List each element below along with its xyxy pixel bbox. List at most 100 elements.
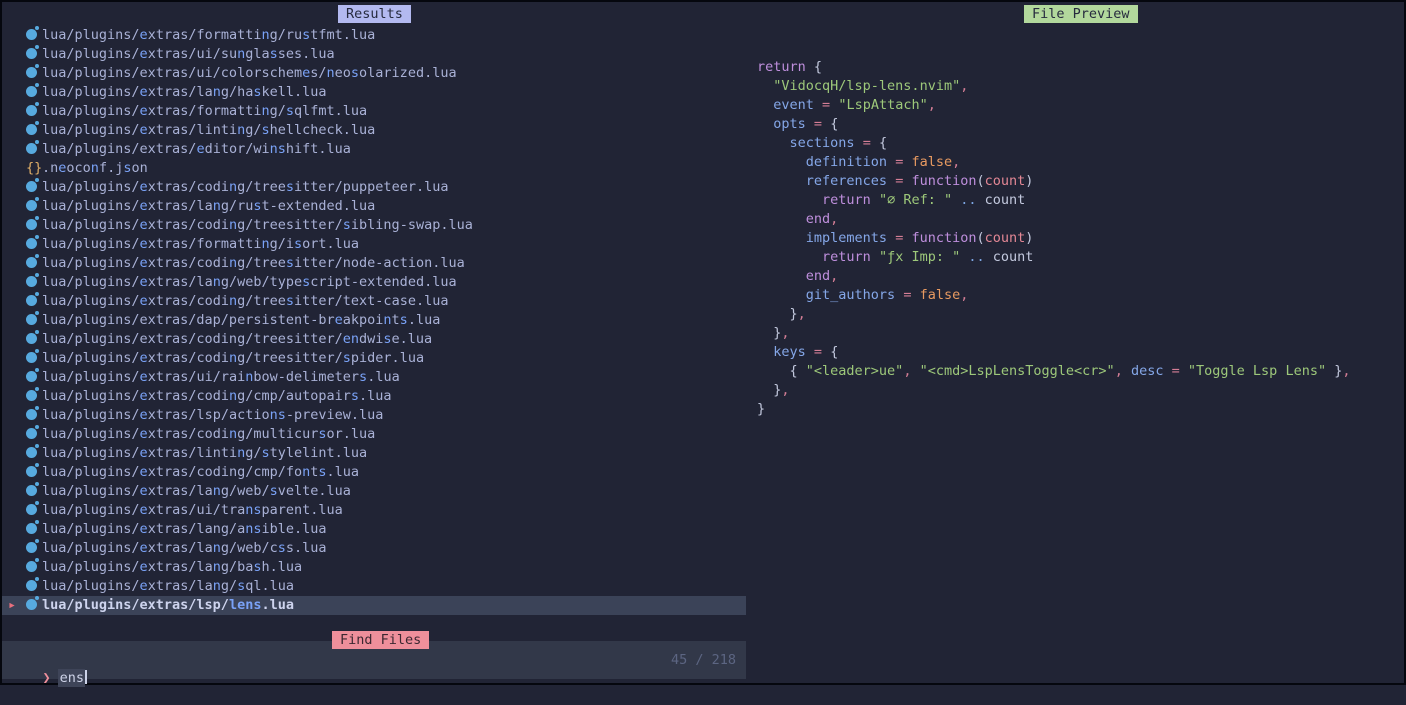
code-line: "VidocqH/lsp-lens.nvim", (757, 77, 1350, 96)
results-panel-title: Results (338, 5, 411, 23)
result-row[interactable]: lua/plugins/extras/coding/treesitter/spi… (2, 349, 746, 368)
result-row[interactable]: lua/plugins/extras/lang/ansible.lua (2, 520, 746, 539)
result-row[interactable]: lua/plugins/extras/formatting/rustfmt.lu… (2, 26, 746, 45)
result-row[interactable]: lua/plugins/extras/lang/haskell.lua (2, 83, 746, 102)
file-path: lua/plugins/extras/coding/multicursor.lu… (42, 426, 375, 442)
result-row[interactable]: lua/plugins/extras/ui/transparent.lua (2, 501, 746, 520)
file-path: lua/plugins/extras/formatting/isort.lua (42, 236, 359, 252)
lua-file-icon (26, 371, 37, 382)
code-line: }, (757, 324, 1350, 343)
preview-code: return { "VidocqH/lsp-lens.nvim", event … (757, 58, 1350, 419)
file-path: lua/plugins/extras/editor/winshift.lua (42, 141, 351, 157)
lua-file-icon (26, 485, 37, 496)
lua-file-icon (26, 390, 37, 401)
code-line: end, (757, 210, 1350, 229)
code-line: references = function(count) (757, 172, 1350, 191)
result-row[interactable]: lua/plugins/extras/formatting/sqlfmt.lua (2, 102, 746, 121)
result-row[interactable]: lua/plugins/extras/lang/web/svelte.lua (2, 482, 746, 501)
result-row[interactable]: lua/plugins/extras/linting/shellcheck.lu… (2, 121, 746, 140)
lua-file-icon (26, 67, 37, 78)
result-row[interactable]: lua/plugins/extras/lang/sql.lua (2, 577, 746, 596)
file-path: lua/plugins/extras/lsp/lens.lua (42, 597, 294, 613)
code-line: return "∅ Ref: " .. count (757, 191, 1350, 210)
result-row[interactable]: lua/plugins/extras/dap/persistent-breakp… (2, 311, 746, 330)
result-row[interactable]: lua/plugins/extras/ui/sunglasses.lua (2, 45, 746, 64)
query-text[interactable]: ens (58, 669, 85, 687)
result-row[interactable]: lua/plugins/extras/ui/rainbow-delimeters… (2, 368, 746, 387)
fuzzy-finder-window: { "colors": { "background": "#212435", "… (0, 0, 1406, 685)
result-row[interactable]: lua/plugins/extras/coding/treesitter/tex… (2, 292, 746, 311)
result-row[interactable]: lua/plugins/extras/lang/bash.lua (2, 558, 746, 577)
file-path: lua/plugins/extras/coding/treesitter/pup… (42, 179, 448, 195)
result-row[interactable]: lua/plugins/extras/coding/cmp/autopairs.… (2, 387, 746, 406)
lua-file-icon (26, 276, 37, 287)
result-row[interactable]: lua/plugins/extras/coding/cmp/fonts.lua (2, 463, 746, 482)
result-row[interactable]: lua/plugins/extras/coding/multicursor.lu… (2, 425, 746, 444)
lua-file-icon (26, 523, 37, 534)
lua-file-icon (26, 428, 37, 439)
result-row[interactable]: lua/plugins/extras/lang/web/css.lua (2, 539, 746, 558)
lua-file-icon (26, 86, 37, 97)
file-path: lua/plugins/extras/coding/treesitter/nod… (42, 255, 465, 271)
result-row[interactable]: lua/plugins/extras/coding/treesitter/sib… (2, 216, 746, 235)
result-row[interactable]: lua/plugins/extras/coding/treesitter/nod… (2, 254, 746, 273)
match-counter: 45 / 218 (671, 651, 736, 669)
result-row[interactable]: {}.neoconf.json (2, 159, 746, 178)
result-row[interactable]: lua/plugins/extras/editor/winshift.lua (2, 140, 746, 159)
result-row[interactable]: lua/plugins/extras/lang/web/typescript-e… (2, 273, 746, 292)
result-row[interactable]: lua/plugins/extras/linting/stylelint.lua (2, 444, 746, 463)
lua-file-icon (26, 143, 37, 154)
file-path: lua/plugins/extras/formatting/rustfmt.lu… (42, 27, 375, 43)
file-path: lua/plugins/extras/lang/web/typescript-e… (42, 274, 457, 290)
code-line: { "<leader>ue", "<cmd>LspLensToggle<cr>"… (757, 362, 1350, 381)
lua-file-icon (26, 542, 37, 553)
lua-file-icon (26, 181, 37, 192)
result-row[interactable]: lua/plugins/extras/coding/treesitter/pup… (2, 178, 746, 197)
lua-file-icon (26, 447, 37, 458)
lua-file-icon (26, 295, 37, 306)
file-preview-pane: return { "VidocqH/lsp-lens.nvim", event … (757, 26, 1350, 435)
file-path: lua/plugins/extras/lang/bash.lua (42, 559, 302, 575)
file-path: lua/plugins/extras/lang/rust-extended.lu… (42, 198, 375, 214)
file-path: lua/plugins/extras/lang/ansible.lua (42, 521, 327, 537)
lua-file-icon (26, 409, 37, 420)
lua-file-icon (26, 333, 37, 344)
result-row[interactable]: lua/plugins/extras/lsp/actions-preview.l… (2, 406, 746, 425)
file-path: lua/plugins/extras/lang/haskell.lua (42, 84, 327, 100)
result-row[interactable]: lua/plugins/extras/lang/rust-extended.lu… (2, 197, 746, 216)
preview-panel-title: File Preview (1024, 5, 1138, 23)
code-line: opts = { (757, 115, 1350, 134)
result-row[interactable]: lua/plugins/extras/coding/treesitter/end… (2, 330, 746, 349)
lua-file-icon (26, 599, 37, 610)
file-path: lua/plugins/extras/linting/shellcheck.lu… (42, 122, 375, 138)
file-path: .neoconf.json (42, 160, 148, 176)
code-line: }, (757, 305, 1350, 324)
result-row[interactable]: lua/plugins/extras/formatting/isort.lua (2, 235, 746, 254)
results-list: lua/plugins/extras/formatting/rustfmt.lu… (2, 26, 746, 615)
file-path: lua/plugins/extras/ui/sunglasses.lua (42, 46, 335, 62)
lua-file-icon (26, 561, 37, 572)
result-row[interactable]: ▸ lua/plugins/extras/lsp/lens.lua (2, 596, 746, 615)
code-line: definition = false, (757, 153, 1350, 172)
lua-file-icon (26, 48, 37, 59)
lua-file-icon (26, 466, 37, 477)
prompt-title: Find Files (332, 631, 429, 649)
file-path: lua/plugins/extras/linting/stylelint.lua (42, 445, 367, 461)
code-line: } (757, 400, 1350, 419)
selection-arrow-icon: ▸ (8, 596, 16, 615)
result-row[interactable]: lua/plugins/extras/ui/colorschemes/neoso… (2, 64, 746, 83)
lua-file-icon (26, 257, 37, 268)
code-line: keys = { (757, 343, 1350, 362)
code-line: }, (757, 381, 1350, 400)
lua-file-icon (26, 504, 37, 515)
code-line: sections = { (757, 134, 1350, 153)
text-cursor-icon (85, 670, 87, 684)
file-path: lua/plugins/extras/coding/treesitter/end… (42, 331, 432, 347)
file-path: lua/plugins/extras/lang/web/svelte.lua (42, 483, 351, 499)
file-path: lua/plugins/extras/ui/transparent.lua (42, 502, 343, 518)
prompt-chevron-icon: ❯ (43, 670, 51, 686)
prompt-input[interactable]: ❯ens (10, 651, 87, 669)
code-line: event = "LspAttach", (757, 96, 1350, 115)
lua-file-icon (26, 352, 37, 363)
file-path: lua/plugins/extras/coding/treesitter/sib… (42, 217, 473, 233)
